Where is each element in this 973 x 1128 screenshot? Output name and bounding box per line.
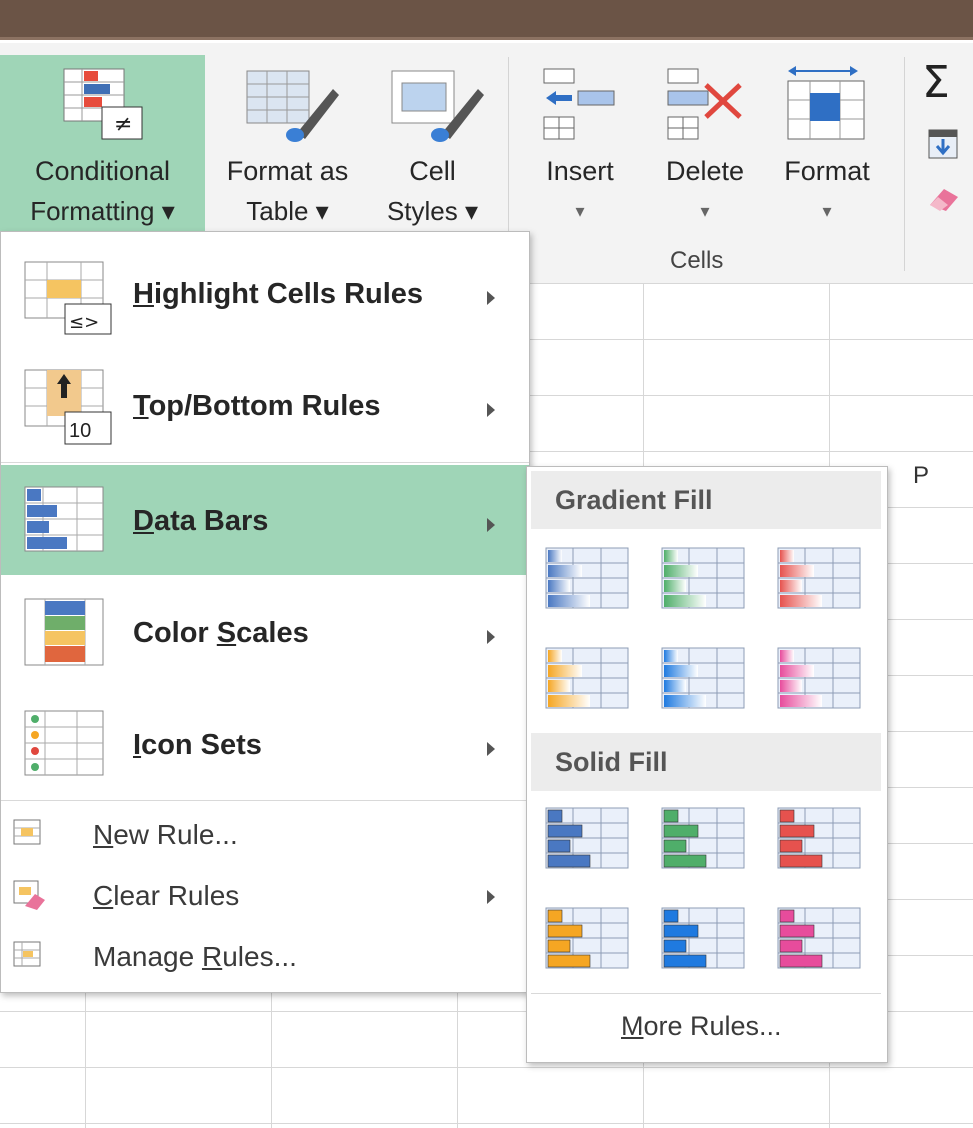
icon-sets-label: Icon Sets [133,729,262,761]
conditional-formatting-menu: ≤> Highlight Cells Rules 10 Top/Bottom R… [0,231,530,993]
solid-fill-green-data-bar[interactable] [661,807,745,869]
data-bar-icon [777,547,861,609]
data-bar-icon [661,647,745,709]
ribbon-separator [904,57,905,271]
cells-group-label: Cells [670,247,724,274]
svg-text:≠: ≠ [114,112,132,137]
menu-item-top-bottom-rules[interactable]: 10 Top/Bottom Rules [1,350,529,460]
fill-button[interactable] [928,129,958,159]
color-scales-label: Color Scales [133,617,309,649]
conditional-formatting-button[interactable]: ≠ Conditional Formatting ▾ [0,55,205,235]
conditional-formatting-icon: ≠ [63,68,143,140]
delete-button[interactable]: Delete ▾ [650,55,760,235]
format-label: Format [784,156,870,186]
data-bar-icon [661,547,745,609]
menu-divider [1,462,529,463]
gradient-fill-blue-data-bar[interactable] [545,547,629,609]
color-scales-icon [24,598,104,666]
cell-styles-icon [391,70,484,142]
data-bar-icon [661,907,745,969]
submenu-divider [531,993,881,994]
data-bars-label: Data Bars [133,505,269,537]
manage-rules-icon [13,941,41,967]
cell-styles-button[interactable]: Cell Styles ▾ [370,55,495,235]
data-bar-icon [777,647,861,709]
submenu-arrow-icon [487,630,495,644]
autosum-icon: Σ [922,57,950,108]
delete-label: Delete [665,156,745,186]
eraser-icon [930,189,958,211]
format-as-table-label-1: Format as [226,156,349,186]
submenu-arrow-icon [487,890,495,904]
top-bottom-badge: 10 [69,420,92,442]
insert-cells-icon [543,68,615,140]
menu-item-new-rule[interactable]: New Rule... [1,807,529,865]
icon-sets-icon [24,710,104,776]
menu-item-manage-rules[interactable]: Manage Rules... [1,929,529,987]
menu-item-color-scales[interactable]: Color Scales [1,577,529,687]
menu-item-highlight-cells-rules[interactable]: ≤> Highlight Cells Rules [1,238,529,348]
submenu-arrow-icon [487,518,495,532]
data-bar-icon [777,907,861,969]
insert-dropdown-arrow: ▾ [575,201,585,221]
conditional-formatting-label-2: Formatting ▾ [30,196,175,226]
highlight-cells-icon: ≤> [24,261,112,335]
data-bar-icon [545,807,629,869]
solid-fill-orange-data-bar[interactable] [545,907,629,969]
conditional-formatting-label-1: Conditional [34,156,171,186]
menu-divider [1,800,529,801]
manage-rules-label: Manage Rules... [93,941,297,972]
fill-down-icon [928,129,958,159]
autosum-button[interactable]: Σ [922,57,973,108]
menu-item-icon-sets[interactable]: Icon Sets [1,689,529,799]
format-button[interactable]: Format ▾ [768,55,886,235]
solid-fill-pink-data-bar[interactable] [777,907,861,969]
format-dropdown-arrow: ▾ [822,201,832,221]
gradient-fill-orange-data-bar[interactable] [545,647,629,709]
window-title-bar [0,0,973,40]
clear-rules-label: Clear Rules [93,880,240,911]
highlight-cells-rules-label: Highlight Cells Rules [133,278,424,310]
gradient-fill-pink-data-bar[interactable] [777,647,861,709]
more-rules-link[interactable]: More Rules... [621,1011,782,1042]
menu-item-clear-rules[interactable]: Clear Rules [1,868,529,926]
gradient-fill-heading: Gradient Fill [531,471,881,529]
solid-fill-heading: Solid Fill [531,733,881,791]
submenu-arrow-icon [487,403,495,417]
cell-styles-label-1: Cell [409,156,456,186]
data-bar-icon [777,807,861,869]
solid-fill-red-data-bar[interactable] [777,807,861,869]
solid-fill-blue-data-bar[interactable] [545,807,629,869]
top-bottom-rules-label: Top/Bottom Rules [133,390,381,422]
data-bar-icon [545,547,629,609]
format-cells-icon [787,66,865,140]
delete-dropdown-arrow: ▾ [700,201,710,221]
submenu-arrow-icon [487,742,495,756]
insert-label: Insert [546,156,614,186]
solid-fill-light-blue-data-bar[interactable] [661,907,745,969]
insert-button[interactable]: Insert ▾ [530,55,630,235]
submenu-arrow-icon [487,291,495,305]
data-bar-icon [545,647,629,709]
new-rule-label: New Rule... [93,819,238,850]
clear-button[interactable] [926,183,966,213]
data-bar-icon [661,807,745,869]
delete-cells-icon [667,68,742,140]
column-header-p[interactable]: P [913,462,929,490]
gradient-fill-red-data-bar[interactable] [777,547,861,609]
data-bars-icon [24,486,104,552]
format-as-table-label-2: Table ▾ [246,196,329,226]
gradient-fill-light-blue-data-bar[interactable] [661,647,745,709]
svg-text:≤>: ≤> [69,312,99,333]
new-rule-icon [13,819,41,845]
format-as-table-button[interactable]: Format as Table ▾ [205,55,370,235]
gradient-fill-green-data-bar[interactable] [661,547,745,609]
menu-item-data-bars[interactable]: Data Bars [1,465,529,575]
data-bar-icon [545,907,629,969]
cell-styles-label-2: Styles ▾ [386,196,479,226]
clear-rules-icon [13,880,45,910]
format-as-table-icon [246,70,339,142]
data-bars-submenu: Gradient Fill Solid Fill More Rules... [526,466,888,1063]
